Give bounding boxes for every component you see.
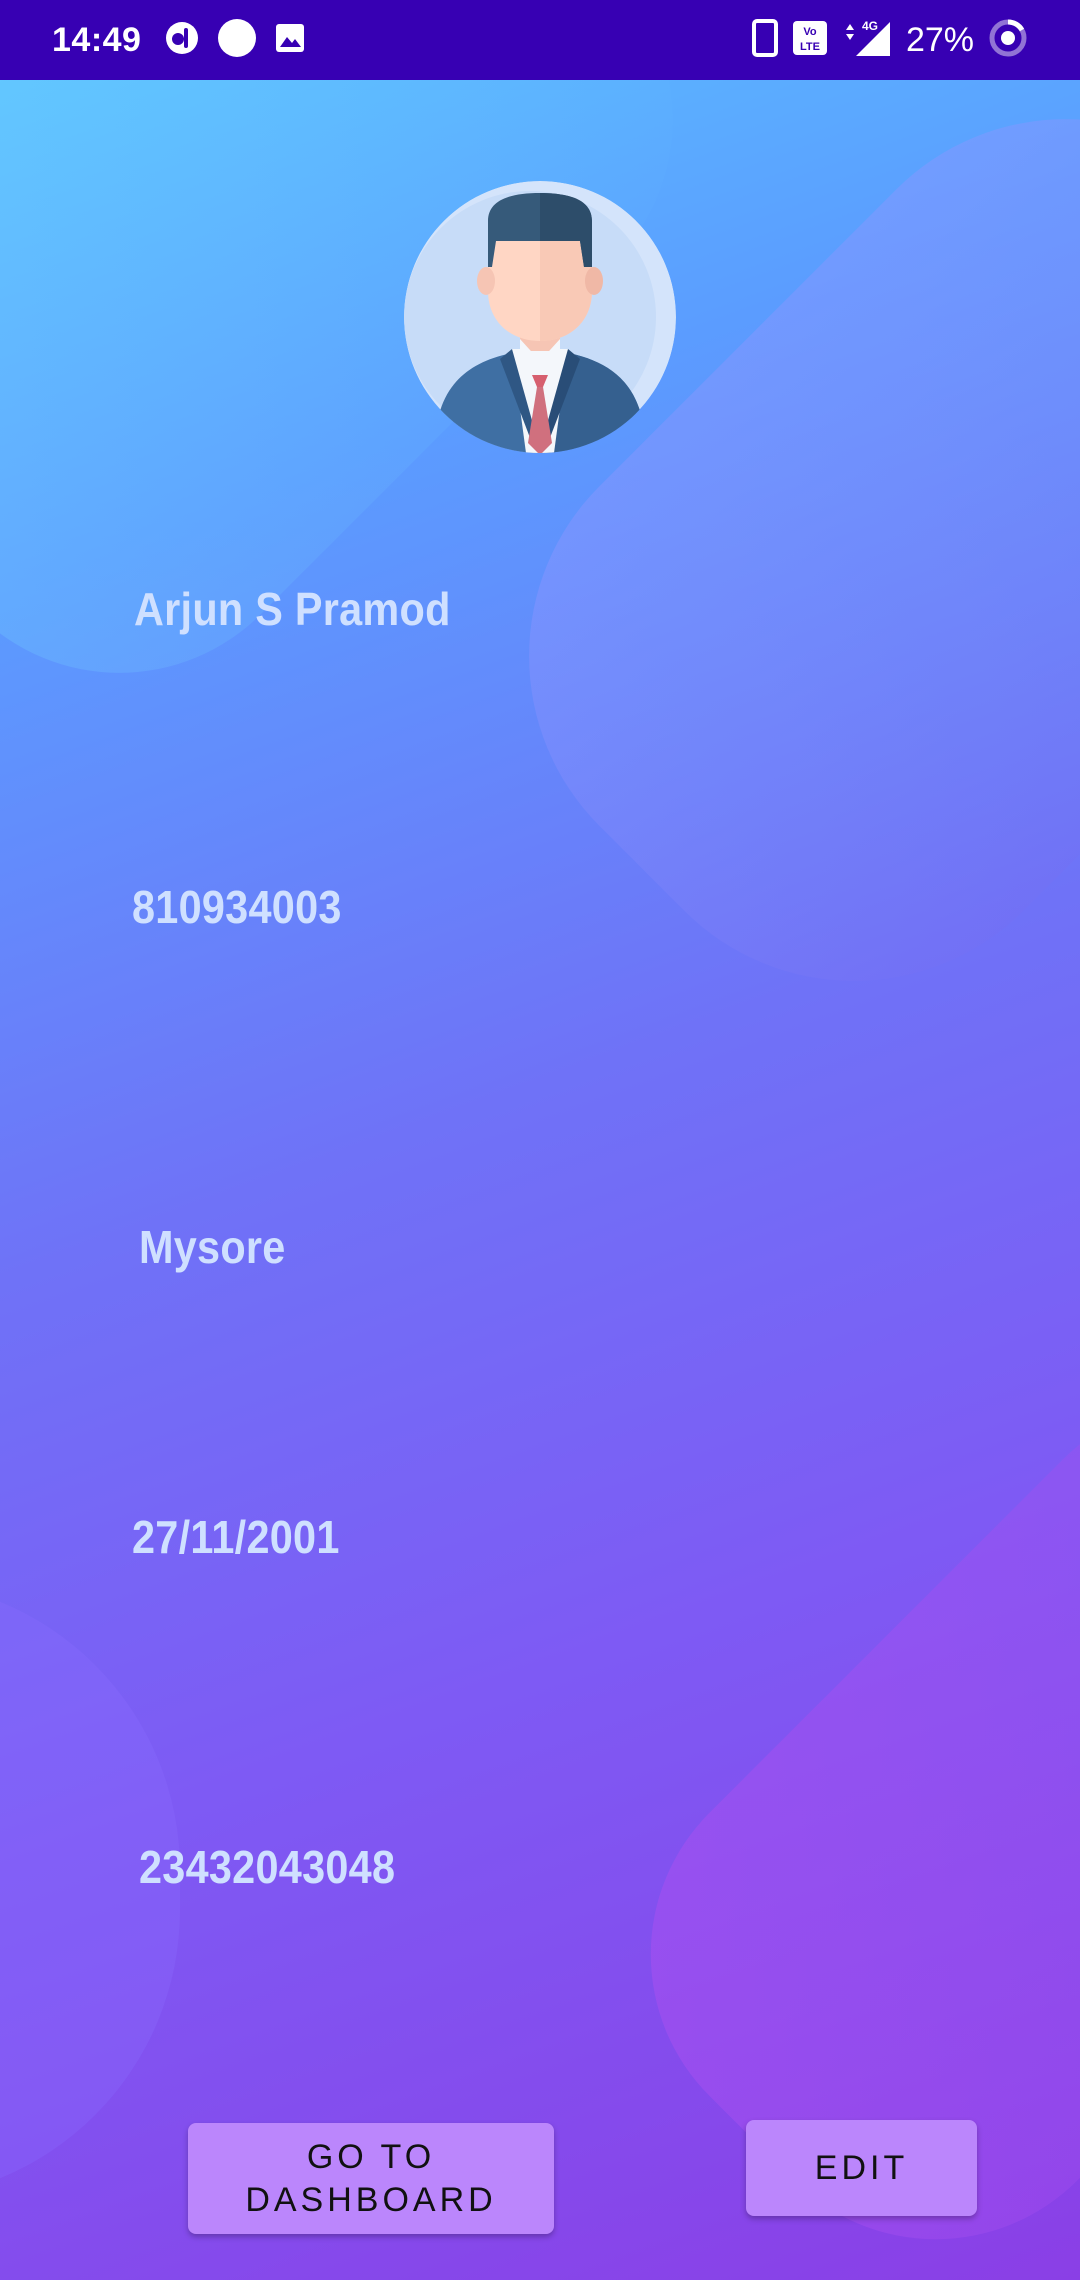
notification-app-icon xyxy=(163,19,201,62)
svg-text:Vo: Vo xyxy=(803,26,817,38)
edit-button[interactable]: EDIT xyxy=(746,2120,977,2216)
svg-text:4G: 4G xyxy=(862,19,878,33)
profile-name: Arjun S Pramod xyxy=(134,583,451,635)
go-to-dashboard-button[interactable]: GO TO DASHBOARD xyxy=(188,2123,554,2234)
profile-city: Mysore xyxy=(139,1221,286,1273)
background-shape xyxy=(429,19,1080,1081)
dot-icon xyxy=(217,18,257,63)
battery-ring-icon xyxy=(988,18,1028,63)
profile-phone: 810934003 xyxy=(132,881,342,933)
profile-dob: 27/11/2001 xyxy=(132,1511,340,1563)
status-time: 14:49 xyxy=(52,20,142,59)
phone-icon xyxy=(751,18,778,62)
battery-percent: 27% xyxy=(905,20,974,59)
signal-4g-icon: 4G xyxy=(842,18,892,63)
image-icon xyxy=(273,21,307,60)
profile-screen: 14:49 Vo LTE 4G 27% Arjun S Pramod 81093… xyxy=(0,0,1080,2280)
profile-id-number: 23432043048 xyxy=(139,1841,396,1893)
businessman-avatar-icon[interactable] xyxy=(404,181,676,453)
volte-icon: Vo LTE xyxy=(792,20,828,61)
svg-text:LTE: LTE xyxy=(800,41,820,53)
status-bar: 14:49 Vo LTE 4G 27% xyxy=(0,0,1080,80)
